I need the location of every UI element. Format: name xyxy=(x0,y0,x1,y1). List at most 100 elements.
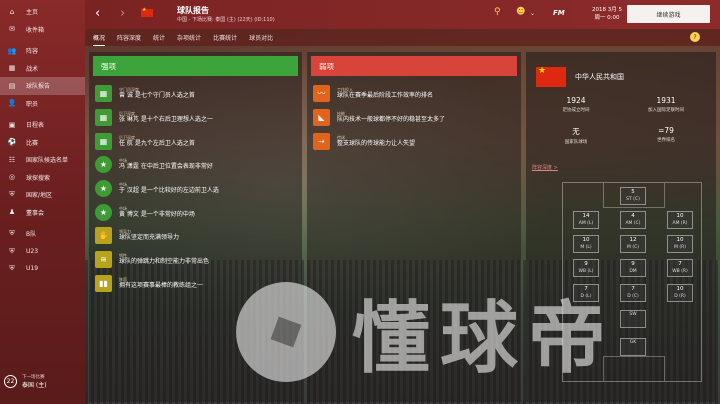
sidebar-item[interactable]: ⛨ 国家/地区 xyxy=(0,186,85,204)
strength-item[interactable]: ✋ 领导力 球队坚定而充满领导力 xyxy=(95,224,302,248)
pitch-position[interactable]: SW xyxy=(620,310,646,328)
position-count: 9 xyxy=(584,261,588,267)
item-description: 整支球队的传球能力让人失望 xyxy=(337,139,416,147)
manager-icon[interactable]: ☻ xyxy=(516,7,525,17)
pitch-position[interactable]: 7 D (L) xyxy=(573,284,599,302)
continue-button[interactable]: 继续游戏 xyxy=(627,5,710,23)
sidebar-item[interactable]: ◎ 球探搜索 xyxy=(0,169,85,187)
position-count: 10 xyxy=(676,213,684,219)
staff-group-icon: ▮▮ xyxy=(95,274,112,292)
strengths-header: 强项 xyxy=(93,56,298,76)
china-flag-icon xyxy=(536,66,566,87)
pitch-position[interactable]: 7 WB (R) xyxy=(667,259,693,277)
position-label: D (R) xyxy=(674,294,686,299)
weakness-item[interactable]: 〰工作投入 球队在赛季最后阶段工作效率的排名 xyxy=(313,82,521,106)
forward-chevron-icon[interactable]: › xyxy=(120,6,125,21)
sidebar-item[interactable]: ⛨ U23 xyxy=(0,243,85,261)
tab[interactable]: 概况 xyxy=(93,30,106,46)
weakness-item[interactable]: ◣ 技能 队内技术一般球都停不好的稳甚至太多了 xyxy=(313,106,521,130)
report-icon: ▤ xyxy=(8,81,16,90)
pitch-position[interactable]: 10 M (R) xyxy=(667,235,693,253)
strengths-panel: 强项 ▦ 守门员深度曾 诚 是七个守门员人选之首 ▦ 后卫深度张 琳芃 是十个右后卫理… xyxy=(89,52,302,402)
pitch-position[interactable]: 10 D (R) xyxy=(667,284,693,302)
shortlist-icon: ☷ xyxy=(8,155,16,164)
pitch-position[interactable]: 5 ST (C) xyxy=(620,187,646,205)
chevron-down-icon[interactable]: ⌄ xyxy=(530,10,535,17)
pitch-position[interactable]: 9 DM xyxy=(620,259,646,277)
strength-item[interactable]: ▦ 后卫深度张 琳芃 是十个右后卫理想人选之一 xyxy=(95,106,302,130)
tab[interactable]: 比赛统计 xyxy=(213,30,237,45)
page-subtitle: 中国 - 下场比赛: 泰国 (主) (22天) (ID:110) xyxy=(177,17,275,23)
item-description: 球队在赛季最后阶段工作效率的排名 xyxy=(337,92,434,100)
tab[interactable]: 阵容深度 xyxy=(117,30,141,45)
item-description: 球队坚定而充满领导力 xyxy=(119,234,180,242)
pitch-position[interactable]: 10 AM (R) xyxy=(667,211,693,229)
position-count: 12 xyxy=(629,237,637,243)
next-match-widget[interactable]: 22 下一场比赛 泰国 (主) xyxy=(4,374,47,389)
sidebar: ⌂ 主页 ✉ 收件箱 👥 阵容 ▦ 战术 ▤ 球队报告 👤 职员 ▣ 日程表 ⚽ 比赛 ☷ 国家队候选名单 ◎ 球探搜… xyxy=(0,0,85,404)
tab-bar: 概况 阵容深度 统计 杂项统计 比赛统计 球员对比? xyxy=(85,29,720,46)
position-label: D (L) xyxy=(580,294,592,299)
inbox-icon: ✉ xyxy=(9,25,15,34)
strength-item[interactable]: ▦ 后卫深度任 航 是九个左后卫人选之首 xyxy=(95,129,302,153)
item-description: 任 航 是九个左后卫人选之首 xyxy=(119,139,195,147)
pitch-position[interactable]: 9 WB (L) xyxy=(573,259,599,277)
grid-icon: ▦ xyxy=(95,132,112,150)
tab[interactable]: 统计 xyxy=(153,30,165,45)
pitch-position[interactable]: 7 D (C) xyxy=(620,284,646,302)
strength-item[interactable]: ★ 中场黄 博文 是一个非常好的中场 xyxy=(95,200,302,224)
sidebar-item[interactable]: ♟ 董事会 xyxy=(0,204,85,222)
pitch-position[interactable]: 10 M (L) xyxy=(573,235,599,253)
tab[interactable]: 杂项统计 xyxy=(177,30,201,45)
strength-item[interactable]: ★ 中场冯 潇霆 在中后卫位置会表现非常好 xyxy=(95,153,302,177)
position-count: 7 xyxy=(678,261,682,267)
sidebar-item[interactable]: ▣ 日程表 xyxy=(0,116,85,134)
formation-pitch: 5 ST (C) 14 AM (L) 4 AM (C) 10 AM (R) 10 M (L) 12 M… xyxy=(562,182,702,382)
position-label: DM xyxy=(629,269,637,274)
sidebar-item[interactable]: 👤 职员 xyxy=(0,95,85,113)
sidebar-item-label: 国家队候选名单 xyxy=(26,157,69,165)
calendar-icon: ▣ xyxy=(8,120,16,129)
sidebar-item-label: 职员 xyxy=(26,100,39,108)
sidebar-item[interactable]: ☷ 国家队候选名单 xyxy=(0,151,85,169)
sidebar-item[interactable]: ▦ 战术 xyxy=(0,60,85,78)
sidebar-item[interactable]: 👥 阵容 xyxy=(0,42,85,60)
sidebar-item[interactable]: ⛨ B队 xyxy=(0,225,85,243)
sidebar-item[interactable]: ⛨ U19 xyxy=(0,260,85,278)
sidebar-item[interactable]: ✉ 收件箱 xyxy=(0,21,85,39)
stat-stadium: 无国家队球场 xyxy=(564,127,588,145)
next-match-opponent: 泰国 (主) xyxy=(22,382,47,389)
back-chevron-icon[interactable]: ‹ xyxy=(95,6,100,21)
position-count: 9 xyxy=(631,261,635,267)
squad-depth-link[interactable]: 阵容深度 > xyxy=(532,164,558,171)
sidebar-item-label: 战术 xyxy=(26,65,39,73)
strength-item[interactable]: ≋ 韧性 球队的弹跳力和制空能力非常出色 xyxy=(95,248,302,272)
position-label: SW xyxy=(629,312,637,317)
pitch-position[interactable]: 4 AM (C) xyxy=(620,211,646,229)
strength-item[interactable]: ★ 中场于 汉超 是一个比较好的左边前卫人选 xyxy=(95,177,302,201)
weakness-item[interactable]: ⇢ 传球 整支球队的传球能力让人失望 xyxy=(313,129,521,153)
position-count: 7 xyxy=(584,286,588,292)
star-icon: ★ xyxy=(95,180,112,198)
stat-fifa-joined: 1931 加入国际足联时间 xyxy=(648,96,684,113)
boot-icon: ◣ xyxy=(313,109,330,127)
pitch-position[interactable]: GK xyxy=(620,338,646,356)
item-description: 拥有这项赛事最棒的教练组之一 xyxy=(119,281,204,289)
item-description: 球队的弹跳力和制空能力非常出色 xyxy=(119,258,210,266)
strength-item[interactable]: ▮▮ 阵容 拥有这项赛事最棒的教练组之一 xyxy=(95,272,302,296)
pitch-position[interactable]: 12 M (C) xyxy=(620,235,646,253)
sidebar-item-label: 收件箱 xyxy=(26,26,45,34)
sidebar-item[interactable]: ⌂ 主页 xyxy=(0,3,85,21)
sidebar-item[interactable]: ⚽ 比赛 xyxy=(0,134,85,152)
fm-menu-button[interactable]: FM xyxy=(553,9,565,17)
nation-name[interactable]: 中华人民共和国 xyxy=(575,72,624,82)
sidebar-item[interactable]: ▤ 球队报告 xyxy=(0,77,85,95)
pitch-position[interactable]: 14 AM (L) xyxy=(573,211,599,229)
strength-item[interactable]: ▦ 守门员深度曾 诚 是七个守门员人选之首 xyxy=(95,82,302,106)
position-label: AM (C) xyxy=(625,221,641,226)
help-icon[interactable]: ? xyxy=(690,32,700,42)
pulse-icon: 〰 xyxy=(313,85,330,103)
tab[interactable]: 球员对比 xyxy=(249,30,273,45)
search-icon[interactable]: ⚲ xyxy=(494,7,501,17)
tactics-icon: ▦ xyxy=(8,64,16,73)
